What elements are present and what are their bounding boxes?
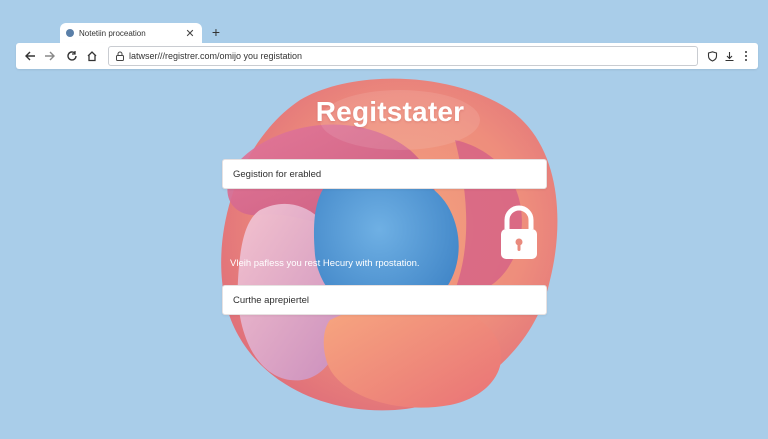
registration-input-field[interactable]: Gegistion for erabled bbox=[222, 159, 547, 189]
forward-arrow-icon[interactable] bbox=[42, 48, 58, 64]
download-icon[interactable] bbox=[721, 48, 737, 64]
padlock-icon bbox=[501, 205, 537, 259]
new-tab-button[interactable]: + bbox=[208, 24, 224, 40]
lock-icon bbox=[116, 51, 124, 61]
address-url: latwser///registrer.com/omijo you regist… bbox=[129, 51, 303, 61]
browser-toolbar: latwser///registrer.com/omijo you regist… bbox=[16, 43, 758, 69]
address-bar[interactable]: latwser///registrer.com/omijo you regist… bbox=[108, 46, 698, 66]
shield-icon[interactable] bbox=[704, 48, 720, 64]
tab-title: Notetiin proceation bbox=[79, 28, 146, 38]
back-arrow-icon[interactable] bbox=[22, 48, 38, 64]
secondary-input-field[interactable]: Curthe aprepiertel bbox=[222, 285, 547, 315]
page-title: Regitstater bbox=[315, 96, 465, 127]
menu-dots-icon[interactable] bbox=[738, 48, 754, 64]
favicon-icon bbox=[66, 29, 74, 37]
home-icon[interactable] bbox=[84, 48, 100, 64]
browser-tab[interactable]: Notetiin proceation ✕ bbox=[60, 23, 202, 43]
reload-icon[interactable] bbox=[64, 48, 80, 64]
close-tab-icon[interactable]: ✕ bbox=[184, 27, 196, 40]
description-text: Vleih pafless you rest Hecury with rpost… bbox=[230, 258, 420, 269]
